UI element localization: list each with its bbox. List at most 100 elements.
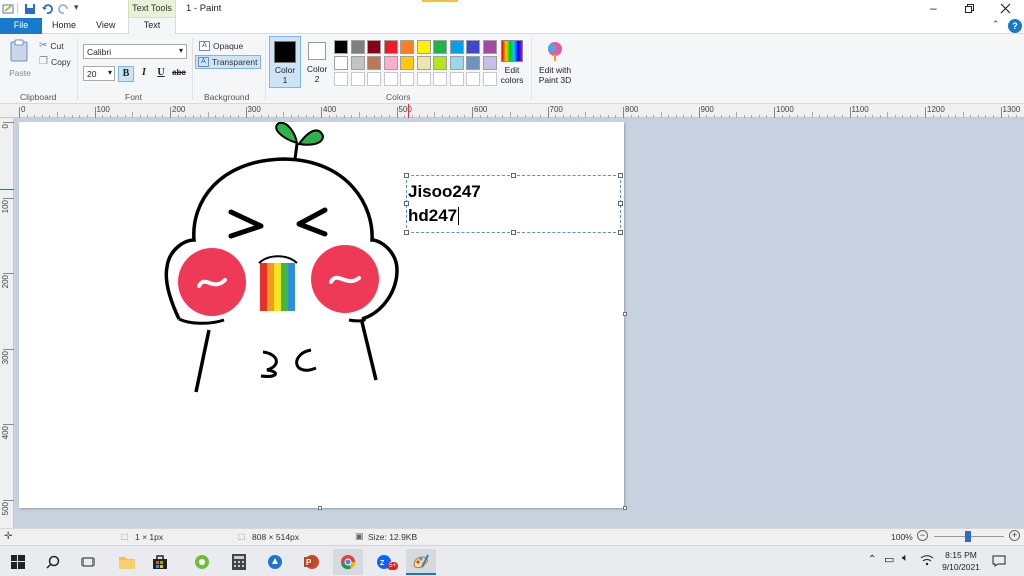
ruler-tick bbox=[698, 107, 700, 118]
palette-swatch[interactable] bbox=[383, 40, 398, 54]
restore-button[interactable] bbox=[965, 4, 975, 14]
font-family-select[interactable]: Calibri ▾ bbox=[83, 44, 187, 59]
battery-icon[interactable]: ▭ bbox=[884, 553, 894, 566]
palette-swatch[interactable] bbox=[383, 56, 398, 70]
copy-button[interactable]: ❐ Copy bbox=[39, 56, 71, 67]
taskbar-store[interactable] bbox=[145, 549, 175, 575]
taskbar-chrome[interactable] bbox=[333, 549, 363, 575]
custom-color-slot[interactable] bbox=[482, 72, 497, 86]
resize-handle[interactable] bbox=[618, 173, 623, 178]
palette-swatch[interactable] bbox=[416, 40, 431, 54]
tab-file[interactable]: File bbox=[0, 18, 42, 34]
color2-button[interactable]: Color 2 bbox=[303, 36, 331, 88]
palette-swatch[interactable] bbox=[400, 56, 414, 70]
palette-swatch[interactable] bbox=[367, 40, 381, 54]
clock[interactable]: 8:15 PM 9/10/2021 bbox=[938, 549, 984, 573]
palette-swatch[interactable] bbox=[350, 40, 365, 54]
save-icon[interactable] bbox=[24, 3, 36, 15]
palette-swatch[interactable] bbox=[449, 56, 464, 70]
edit-colors-button[interactable]: Edit colors bbox=[498, 38, 526, 88]
font-size-select[interactable]: 20 ▾ bbox=[83, 66, 115, 81]
palette-swatch[interactable] bbox=[466, 56, 480, 70]
opaque-button[interactable]: A Opaque bbox=[197, 40, 245, 52]
italic-button[interactable]: I bbox=[137, 66, 151, 82]
canvas-resize-handle[interactable] bbox=[318, 506, 322, 510]
zoom-in-button[interactable]: + bbox=[1009, 530, 1020, 541]
customize-toolbar-icon[interactable]: ▾ bbox=[74, 2, 79, 13]
paint-app-icon[interactable] bbox=[2, 3, 14, 15]
taskbar-app-blue[interactable] bbox=[260, 549, 290, 575]
taskbar-app-green[interactable] bbox=[187, 549, 217, 575]
resize-handle[interactable] bbox=[511, 230, 516, 235]
palette-swatch[interactable] bbox=[350, 56, 365, 70]
ruler-tick bbox=[245, 107, 247, 118]
custom-color-slot[interactable] bbox=[350, 72, 365, 86]
chevron-down-icon: ▾ bbox=[107, 68, 112, 77]
taskbar-file-explorer[interactable] bbox=[112, 549, 142, 575]
palette-swatch[interactable] bbox=[482, 56, 497, 70]
resize-handle[interactable] bbox=[511, 173, 516, 178]
resize-handle[interactable] bbox=[618, 201, 623, 206]
custom-color-slot[interactable] bbox=[416, 72, 431, 86]
wifi-icon[interactable] bbox=[920, 554, 934, 566]
resize-handle[interactable] bbox=[404, 201, 409, 206]
ruler-tick bbox=[623, 107, 624, 118]
tray-expand-icon[interactable]: ⌃ bbox=[868, 554, 876, 565]
custom-color-slot[interactable] bbox=[334, 72, 348, 86]
minimize-button[interactable]: – bbox=[930, 1, 937, 15]
taskbar-zalo[interactable]: Z 5+ bbox=[370, 549, 400, 575]
volume-icon[interactable]: 🔈︎ bbox=[902, 552, 909, 565]
canvas-resize-handle[interactable] bbox=[623, 312, 627, 316]
tab-text[interactable]: Text bbox=[128, 17, 176, 34]
palette-swatch[interactable] bbox=[400, 40, 414, 54]
custom-color-slot[interactable] bbox=[449, 72, 464, 86]
taskbar-powerpoint[interactable]: P bbox=[296, 549, 326, 575]
collapse-ribbon-icon[interactable]: ⌃ bbox=[992, 19, 1000, 30]
color1-button[interactable]: Color 1 bbox=[269, 36, 301, 88]
resize-handle[interactable] bbox=[404, 173, 409, 178]
zoom-slider-thumb[interactable] bbox=[965, 531, 971, 542]
palette-swatch[interactable] bbox=[334, 56, 348, 70]
search-button[interactable] bbox=[38, 549, 68, 575]
tab-home[interactable]: Home bbox=[52, 20, 76, 30]
resize-handle[interactable] bbox=[404, 230, 409, 235]
canvas-resize-handle[interactable] bbox=[623, 506, 627, 510]
palette-swatch[interactable] bbox=[367, 56, 381, 70]
transparent-button[interactable]: A Transparent bbox=[195, 55, 261, 69]
paste-button[interactable]: Paste bbox=[6, 38, 34, 84]
svg-text:P: P bbox=[306, 558, 312, 567]
palette-swatch[interactable] bbox=[449, 40, 464, 54]
palette-swatch[interactable] bbox=[466, 40, 480, 54]
redo-icon[interactable] bbox=[58, 3, 70, 15]
palette-swatch[interactable] bbox=[416, 56, 431, 70]
custom-color-slot[interactable] bbox=[400, 72, 414, 86]
palette-swatch[interactable] bbox=[433, 56, 447, 70]
custom-color-slot[interactable] bbox=[383, 72, 398, 86]
resize-handle[interactable] bbox=[618, 230, 623, 235]
taskbar-paint[interactable] bbox=[406, 549, 436, 575]
custom-color-slot[interactable] bbox=[433, 72, 447, 86]
drawing-canvas[interactable]: Jisoo247 hd247 bbox=[19, 122, 624, 508]
task-view-button[interactable] bbox=[73, 549, 103, 575]
undo-icon[interactable] bbox=[41, 3, 53, 15]
palette-swatch[interactable] bbox=[334, 40, 348, 54]
taskbar-calculator[interactable] bbox=[224, 549, 254, 575]
palette-swatch[interactable] bbox=[482, 40, 497, 54]
cut-button[interactable]: ✂ Cut bbox=[39, 40, 64, 51]
custom-color-slot[interactable] bbox=[367, 72, 381, 86]
text-box[interactable]: Jisoo247 hd247 bbox=[404, 173, 623, 235]
notification-badge: 5+ bbox=[387, 562, 399, 570]
bold-button[interactable]: B bbox=[118, 66, 134, 82]
help-icon[interactable]: ? bbox=[1008, 19, 1022, 33]
custom-color-slot[interactable] bbox=[466, 72, 480, 86]
strikethrough-button[interactable]: abc bbox=[171, 66, 187, 82]
edit-paint3d-button[interactable]: Edit with Paint 3D bbox=[535, 38, 575, 88]
notifications-icon[interactable] bbox=[992, 555, 1006, 567]
underline-button[interactable]: U bbox=[154, 66, 168, 82]
tab-view[interactable]: View bbox=[96, 20, 115, 30]
text-line-2: hd247 bbox=[408, 206, 458, 225]
zoom-out-button[interactable]: − bbox=[917, 530, 928, 541]
palette-swatch[interactable] bbox=[433, 40, 447, 54]
close-button[interactable] bbox=[1000, 3, 1011, 14]
start-button[interactable] bbox=[3, 549, 33, 575]
